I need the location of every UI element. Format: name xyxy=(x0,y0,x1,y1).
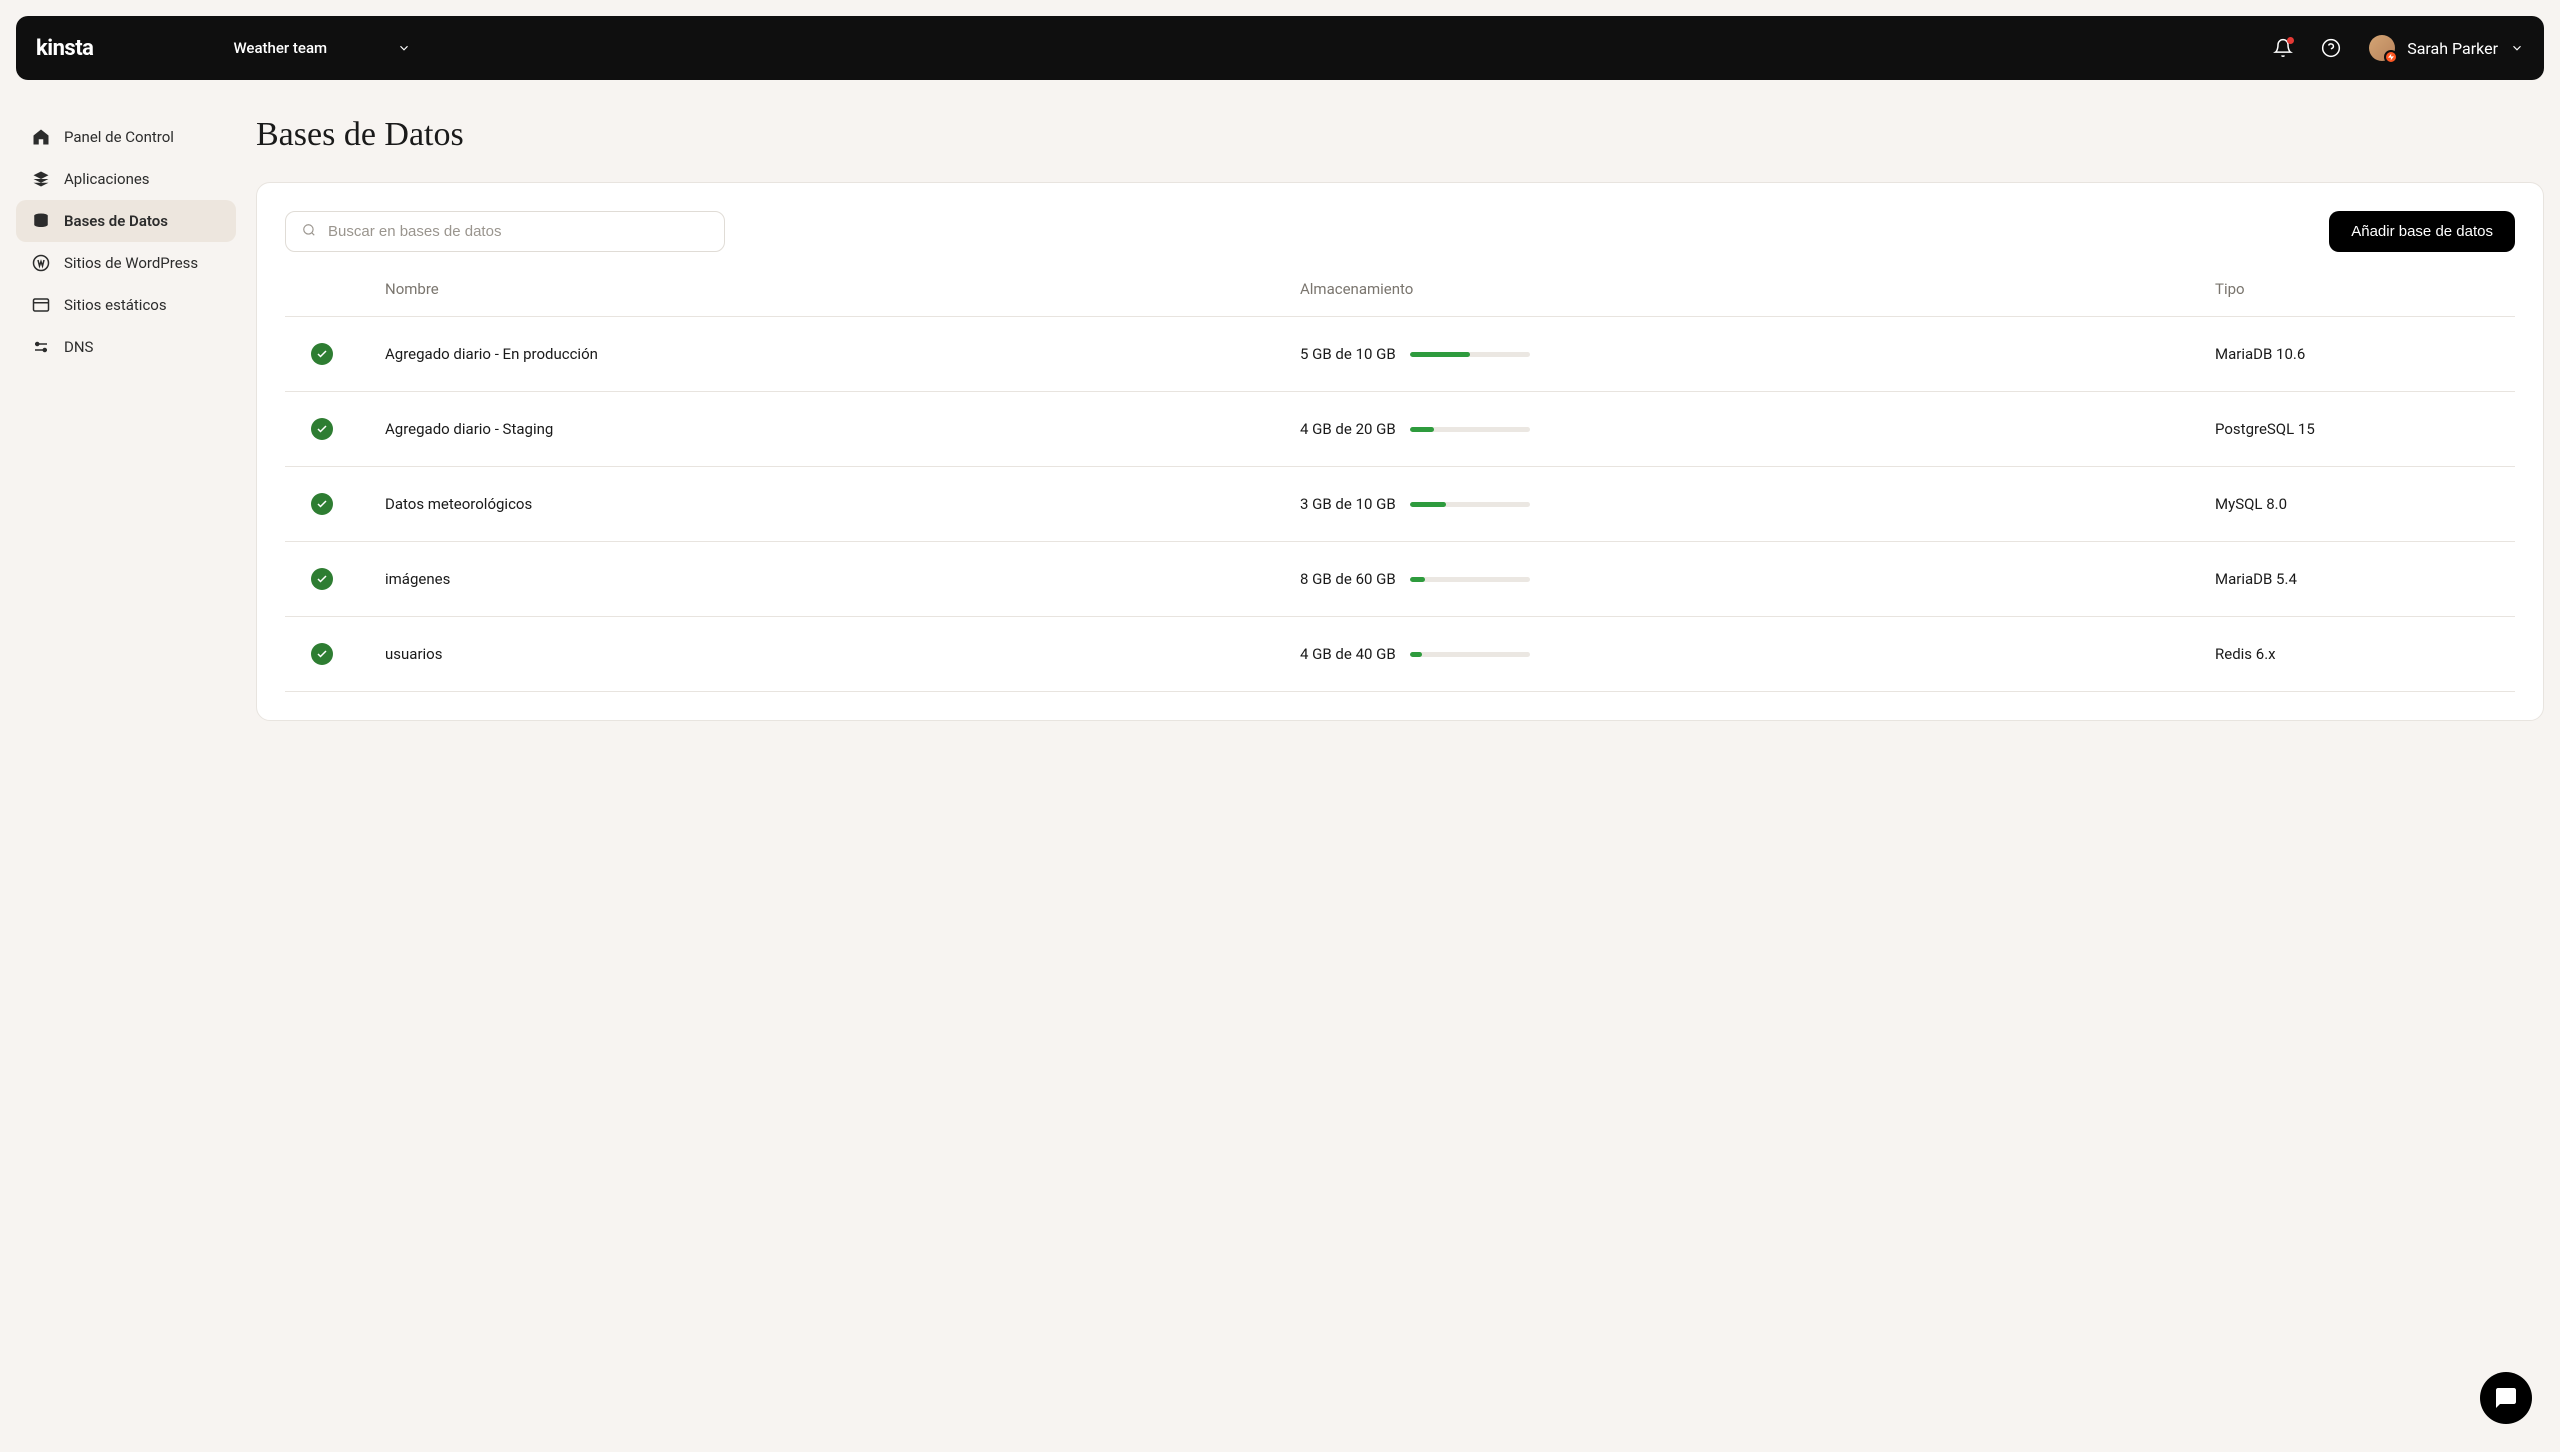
browser-icon xyxy=(32,296,50,314)
sidebar-item-label: Bases de Datos xyxy=(64,212,168,230)
storage-text: 5 GB de 10 GB xyxy=(1300,345,1396,363)
status-ok-icon xyxy=(311,568,333,590)
sidebar-item-label: Sitios de WordPress xyxy=(64,254,198,272)
progress-fill xyxy=(1410,577,1426,582)
db-type: PostgreSQL 15 xyxy=(2215,420,2515,438)
progress-bar xyxy=(1410,502,1530,507)
db-type: MariaDB 10.6 xyxy=(2215,345,2515,363)
table-row[interactable]: Agregado diario - En producción 5 GB de … xyxy=(285,317,2515,392)
progress-fill xyxy=(1410,352,1470,357)
status-ok-icon xyxy=(311,343,333,365)
chevron-down-icon xyxy=(2510,41,2524,55)
chat-button[interactable] xyxy=(2480,1372,2532,1424)
search-icon xyxy=(302,222,316,241)
main-content: Bases de Datos Añadir base de datos Nomb… xyxy=(236,96,2544,741)
team-name: Weather team xyxy=(233,39,327,57)
storage-cell: 3 GB de 10 GB xyxy=(1300,495,2215,513)
sidebar-item-dashboard[interactable]: Panel de Control xyxy=(16,116,236,158)
card-header: Añadir base de datos xyxy=(285,211,2515,252)
search-input[interactable] xyxy=(328,223,708,240)
avatar xyxy=(2369,35,2395,61)
table-header: Nombre Almacenamiento Tipo xyxy=(285,280,2515,317)
sidebar-item-label: Panel de Control xyxy=(64,128,174,146)
sidebar: Panel de Control Aplicaciones Bases de D… xyxy=(16,96,236,741)
help-button[interactable] xyxy=(2321,38,2341,58)
table-row[interactable]: imágenes 8 GB de 60 GB MariaDB 5.4 xyxy=(285,542,2515,617)
progress-bar xyxy=(1410,427,1530,432)
storage-text: 3 GB de 10 GB xyxy=(1300,495,1396,513)
db-name: Agregado diario - En producción xyxy=(385,345,1300,363)
db-type: MySQL 8.0 xyxy=(2215,495,2515,513)
home-icon xyxy=(32,128,50,146)
team-selector[interactable]: Weather team xyxy=(233,39,411,57)
layers-icon xyxy=(32,170,50,188)
storage-cell: 5 GB de 10 GB xyxy=(1300,345,2215,363)
col-name: Nombre xyxy=(385,280,1300,298)
sidebar-item-static-sites[interactable]: Sitios estáticos xyxy=(16,284,236,326)
db-name: Agregado diario - Staging xyxy=(385,420,1300,438)
col-storage: Almacenamiento xyxy=(1300,280,2215,298)
topbar-right: Sarah Parker xyxy=(2273,35,2524,61)
search-box[interactable] xyxy=(285,211,725,252)
db-type: Redis 6.x xyxy=(2215,645,2515,663)
db-name: imágenes xyxy=(385,570,1300,588)
storage-text: 4 GB de 40 GB xyxy=(1300,645,1396,663)
notifications-button[interactable] xyxy=(2273,38,2293,58)
sidebar-item-label: Sitios estáticos xyxy=(64,296,167,314)
sidebar-item-dns[interactable]: DNS xyxy=(16,326,236,368)
progress-fill xyxy=(1410,652,1422,657)
storage-cell: 8 GB de 60 GB xyxy=(1300,570,2215,588)
table-row[interactable]: Agregado diario - Staging 4 GB de 20 GB … xyxy=(285,392,2515,467)
avatar-badge-icon xyxy=(2384,50,2398,64)
sidebar-item-label: Aplicaciones xyxy=(64,170,150,188)
sidebar-item-databases[interactable]: Bases de Datos xyxy=(16,200,236,242)
status-ok-icon xyxy=(311,643,333,665)
topbar: kinsta Weather team Sarah Parker xyxy=(16,16,2544,80)
progress-bar xyxy=(1410,652,1530,657)
db-name: usuarios xyxy=(385,645,1300,663)
databases-table: Nombre Almacenamiento Tipo Agregado diar… xyxy=(285,280,2515,692)
chevron-down-icon xyxy=(397,41,411,55)
database-icon xyxy=(32,212,50,230)
user-name: Sarah Parker xyxy=(2407,39,2498,58)
progress-bar xyxy=(1410,577,1530,582)
table-row[interactable]: Datos meteorológicos 3 GB de 10 GB MySQL… xyxy=(285,467,2515,542)
col-type: Tipo xyxy=(2215,280,2515,298)
logo[interactable]: kinsta xyxy=(36,36,93,61)
status-ok-icon xyxy=(311,418,333,440)
layout: Panel de Control Aplicaciones Bases de D… xyxy=(0,96,2560,741)
wordpress-icon xyxy=(32,254,50,272)
page-title: Bases de Datos xyxy=(256,116,2544,154)
sidebar-item-applications[interactable]: Aplicaciones xyxy=(16,158,236,200)
storage-text: 8 GB de 60 GB xyxy=(1300,570,1396,588)
storage-cell: 4 GB de 20 GB xyxy=(1300,420,2215,438)
storage-cell: 4 GB de 40 GB xyxy=(1300,645,2215,663)
table-row[interactable]: usuarios 4 GB de 40 GB Redis 6.x xyxy=(285,617,2515,692)
user-menu[interactable]: Sarah Parker xyxy=(2369,35,2524,61)
storage-text: 4 GB de 20 GB xyxy=(1300,420,1396,438)
add-database-button[interactable]: Añadir base de datos xyxy=(2329,211,2515,252)
dns-icon xyxy=(32,338,50,356)
db-type: MariaDB 5.4 xyxy=(2215,570,2515,588)
databases-card: Añadir base de datos Nombre Almacenamien… xyxy=(256,182,2544,721)
progress-fill xyxy=(1410,502,1446,507)
sidebar-item-wordpress[interactable]: Sitios de WordPress xyxy=(16,242,236,284)
progress-bar xyxy=(1410,352,1530,357)
progress-fill xyxy=(1410,427,1434,432)
status-ok-icon xyxy=(311,493,333,515)
db-name: Datos meteorológicos xyxy=(385,495,1300,513)
sidebar-item-label: DNS xyxy=(64,338,93,356)
